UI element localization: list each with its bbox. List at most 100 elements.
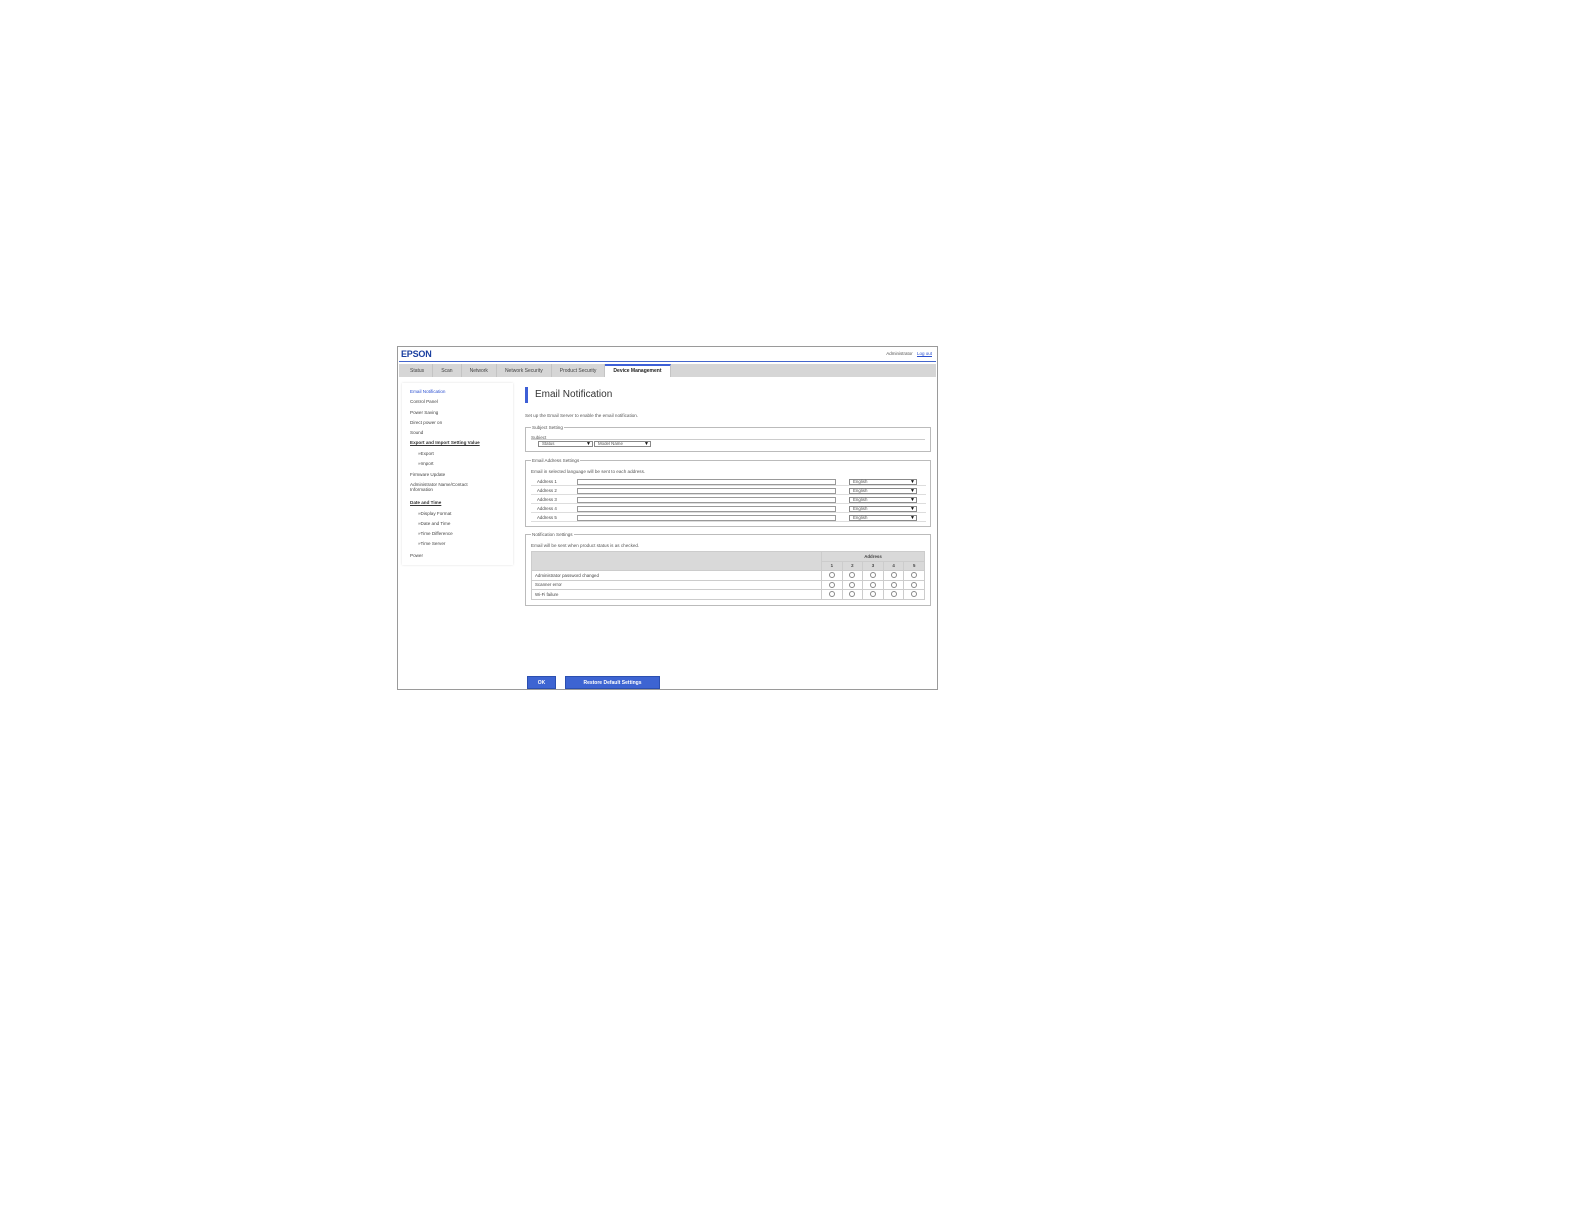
- chevron-down-icon: ▼: [910, 506, 915, 512]
- column-header: 3: [862, 560, 884, 571]
- tab-network[interactable]: Network: [462, 364, 497, 377]
- sidebar-item-direct-power-on[interactable]: Direct power on: [410, 420, 442, 425]
- language-value: English: [853, 515, 868, 520]
- sidebar-item-time-difference[interactable]: »Time Difference: [418, 531, 453, 536]
- subject-setting-group: Subject Setting Subject Status ▼ Model N…: [525, 425, 931, 452]
- sidebar-item-display-format[interactable]: »Display Format: [418, 511, 451, 516]
- epson-logo: EPSON: [401, 349, 432, 359]
- row-divider: [531, 503, 926, 504]
- sidebar-item-control-panel[interactable]: Control Panel: [410, 399, 438, 404]
- sidebar-item-time-server[interactable]: »Time Server: [418, 541, 445, 546]
- page-title-block: Email Notification: [525, 387, 612, 403]
- column-header: 2: [841, 560, 864, 571]
- sidebar-item-email-notification[interactable]: Email Notification: [410, 389, 446, 394]
- tab-product-security[interactable]: Product Security: [552, 364, 606, 377]
- subject-select-2[interactable]: Model Name ▼: [594, 441, 651, 447]
- row-divider: [531, 512, 926, 513]
- chevron-down-icon: ▼: [644, 441, 649, 447]
- chevron-down-icon: ▼: [910, 515, 915, 521]
- checkbox-admin-pw-2[interactable]: [849, 572, 856, 579]
- subject-setting-legend: Subject Setting: [531, 425, 564, 430]
- notification-label: Wi-Fi failure: [531, 589, 822, 600]
- chevron-down-icon: ▼: [910, 479, 915, 485]
- checkbox-wifi-failure-5[interactable]: [911, 591, 918, 598]
- checkbox-admin-pw-1[interactable]: [828, 572, 835, 579]
- address-label: Address 2: [537, 488, 557, 493]
- language-value: English: [853, 497, 868, 502]
- checkbox-wifi-failure-1[interactable]: [828, 591, 835, 598]
- address-label: Address 4: [537, 506, 557, 511]
- header-divider: [399, 361, 936, 362]
- tab-network-security[interactable]: Network Security: [497, 364, 552, 377]
- top-bar: EPSON Administrator Log out: [398, 347, 937, 361]
- email-address-legend: Email Address Settings: [531, 458, 581, 463]
- address-row: Address 1 English ▼: [531, 478, 926, 486]
- tab-status[interactable]: Status: [402, 364, 434, 377]
- address-label: Address 1: [537, 479, 557, 484]
- address-header: Address: [821, 551, 925, 562]
- chevron-down-icon: ▼: [910, 497, 915, 503]
- table-row: Wi-Fi failure: [531, 589, 925, 600]
- chevron-down-icon: ▼: [586, 441, 591, 447]
- tab-scan[interactable]: Scan: [433, 364, 462, 377]
- logout-link[interactable]: Log out: [917, 351, 932, 356]
- notification-note: Email will be sent when product status i…: [531, 543, 640, 548]
- sidebar-item-export-import[interactable]: Export and Import Setting Value: [410, 440, 480, 445]
- sidebar-item-import[interactable]: »Import: [418, 461, 434, 466]
- browser-window: EPSON Administrator Log out Status Scan …: [397, 346, 938, 690]
- address-row: Address 5 English ▼: [531, 514, 926, 522]
- sidebar-item-firmware-update[interactable]: Firmware Update: [410, 472, 445, 477]
- table-row: Scanner error: [531, 579, 925, 590]
- ok-button[interactable]: OK: [527, 676, 556, 689]
- address-row: Address 4 English ▼: [531, 505, 926, 513]
- sidebar-item-export[interactable]: »Export: [418, 451, 434, 456]
- subject-divider: [531, 439, 925, 440]
- checkbox-scanner-error-4[interactable]: [890, 581, 897, 588]
- sidebar-item-power[interactable]: Power: [410, 553, 423, 558]
- column-header: 5: [903, 560, 925, 571]
- checkbox-wifi-failure-4[interactable]: [890, 591, 897, 598]
- admin-info: Administrator Log out: [886, 351, 932, 356]
- notification-settings-group: Notification Settings Email will be sent…: [525, 532, 931, 606]
- row-divider: [531, 494, 926, 495]
- checkbox-admin-pw-4[interactable]: [890, 572, 897, 579]
- sidebar-item-date-and-time[interactable]: »Date and Time: [418, 521, 450, 526]
- row-divider: [531, 521, 926, 522]
- admin-user: Administrator: [886, 351, 913, 356]
- column-header: 4: [882, 560, 905, 571]
- column-header: 1: [821, 560, 843, 571]
- sidebar-item-admin-name[interactable]: Administrator Name/Contact Information: [410, 482, 490, 493]
- language-value: English: [853, 488, 868, 493]
- subject-select-1-value: Status: [542, 441, 555, 446]
- address-label: Address 5: [537, 515, 557, 520]
- row-divider: [531, 485, 926, 486]
- checkbox-scanner-error-3[interactable]: [869, 581, 876, 588]
- main-tabs: Status Scan Network Network Security Pro…: [399, 364, 936, 377]
- table-row: Administrator password changed: [531, 570, 925, 581]
- empty-header-cell: [531, 551, 822, 571]
- page-description: Set up the Email Server to enable the em…: [525, 413, 639, 418]
- sidebar-item-power-saving[interactable]: Power Saving: [410, 410, 438, 415]
- notification-table: Address 1 2 3 4 5 Administrator password…: [531, 551, 925, 600]
- sidebar-item-date-time[interactable]: Date and Time: [410, 500, 441, 505]
- sidebar-item-sound[interactable]: Sound: [410, 430, 423, 435]
- tab-device-management[interactable]: Device Management: [605, 364, 671, 377]
- checkbox-admin-pw-5[interactable]: [911, 572, 918, 579]
- subject-select-1[interactable]: Status ▼: [538, 441, 593, 447]
- restore-default-settings-button[interactable]: Restore Default Settings: [565, 676, 660, 689]
- sidebar: Email Notification Control Panel Power S…: [402, 383, 513, 565]
- checkbox-wifi-failure-2[interactable]: [849, 591, 856, 598]
- address-row: Address 2 English ▼: [531, 487, 926, 495]
- checkbox-admin-pw-3[interactable]: [869, 572, 876, 579]
- email-address-note: Email in selected language will be sent …: [531, 469, 646, 474]
- checkbox-wifi-failure-3[interactable]: [869, 591, 876, 598]
- address-label: Address 3: [537, 497, 557, 502]
- notification-label: Administrator password changed: [531, 570, 822, 581]
- notification-label: Scanner error: [531, 579, 822, 590]
- checkbox-scanner-error-2[interactable]: [849, 581, 856, 588]
- checkbox-scanner-error-5[interactable]: [911, 581, 918, 588]
- subject-select-2-value: Model Name: [598, 441, 623, 446]
- checkbox-scanner-error-1[interactable]: [828, 581, 835, 588]
- page-title: Email Notification: [535, 389, 613, 400]
- notification-settings-legend: Notification Settings: [531, 532, 574, 537]
